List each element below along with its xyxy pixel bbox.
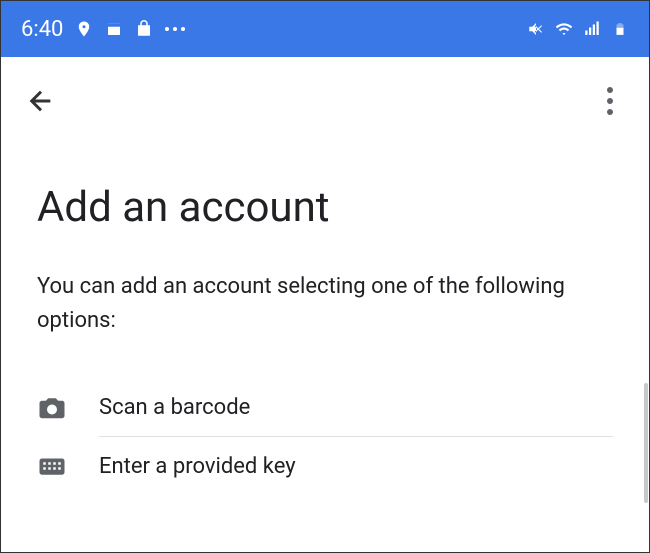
status-time: 6:40 [21,17,63,42]
shopping-icon [135,20,153,38]
option-label: Enter a provided key [99,454,296,479]
status-right [527,20,629,38]
option-scan-barcode[interactable]: Scan a barcode [37,378,613,436]
scroll-indicator [644,383,648,503]
overflow-menu-button[interactable] [599,79,621,123]
camera-icon [37,392,67,422]
option-label: Scan a barcode [99,395,250,420]
back-button[interactable] [21,81,61,121]
status-bar: 6:40 [1,1,649,57]
mute-icon [527,20,545,38]
more-notifications-icon [165,27,185,31]
maps-icon [75,20,93,38]
calendar-icon [105,20,123,38]
battery-icon [611,20,629,38]
signal-icon [583,20,601,38]
status-left: 6:40 [21,17,185,42]
page-description: You can add an account selecting one of … [37,270,613,338]
wifi-icon [555,20,573,38]
option-enter-key[interactable]: Enter a provided key [37,437,613,495]
app-bar [1,57,649,133]
page-title: Add an account [37,183,613,232]
main-content: Add an account You can add an account se… [1,133,649,495]
keyboard-icon [37,451,67,481]
